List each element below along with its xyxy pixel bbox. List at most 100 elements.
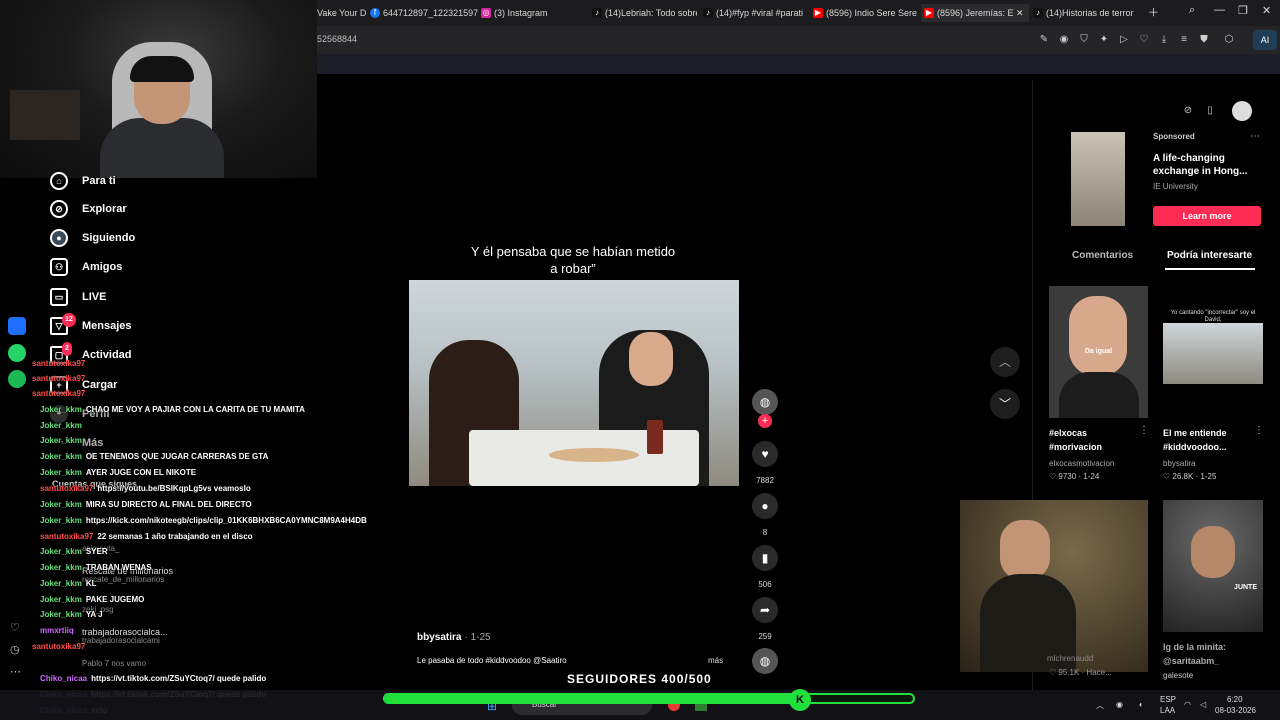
following-account[interactable]: Pablo 7 nos vamo	[82, 659, 146, 668]
nav-item-amigos[interactable]: ⚇ Amigos	[50, 256, 122, 278]
language-indicator[interactable]: ESP	[1160, 695, 1176, 704]
heart-icon[interactable]: ♡	[1137, 33, 1151, 47]
browser-tab[interactable]: ♪ (14)Historias de terror	[1033, 4, 1139, 22]
clock-time[interactable]: 6:20	[1227, 695, 1243, 704]
next-video-button[interactable]: ﹀	[990, 389, 1020, 419]
chat-username[interactable]: santutoxika97	[32, 389, 85, 398]
chat-username[interactable]: Joker_kkm	[40, 421, 82, 430]
tray-chevron-icon[interactable]: ︿	[1096, 700, 1104, 711]
following-account[interactable]: trabajadorasocialca...	[82, 627, 168, 637]
chat-username[interactable]: Joker_kkm	[40, 579, 82, 588]
suggested-title[interactable]: Ig de la minita: @saritaabm_	[1163, 640, 1259, 668]
suggested-author[interactable]: elxocasmotivacion	[1049, 459, 1114, 468]
following-account[interactable]: trabajadorasocialcami	[82, 636, 160, 645]
menu-icon[interactable]: ≡	[1177, 33, 1191, 47]
extension-icon[interactable]: ✦	[1097, 33, 1111, 47]
suggested-video[interactable]: JUNTE	[1163, 500, 1263, 632]
follow-plus-icon[interactable]: +	[758, 414, 772, 428]
messenger-icon[interactable]	[8, 317, 26, 335]
chat-username[interactable]: Joker_kkm	[40, 547, 82, 556]
previous-video-button[interactable]: ︿	[990, 347, 1020, 377]
download-icon[interactable]: ⤓	[1157, 33, 1171, 47]
url-field[interactable]: 52568844	[317, 34, 357, 44]
chat-username[interactable]: Chiko_nicaa	[40, 674, 87, 683]
chat-username[interactable]: mmxrtiiq	[40, 626, 74, 635]
close-window-icon[interactable]: ✕	[1262, 4, 1271, 17]
cube-icon[interactable]: ⬡	[1222, 33, 1236, 47]
whatsapp-icon[interactable]	[8, 344, 26, 362]
creator-avatar[interactable]: ◍	[752, 389, 778, 415]
chat-username[interactable]: Joker_kkm	[40, 452, 82, 461]
suggested-author[interactable]: galesote	[1163, 671, 1193, 680]
suggested-video[interactable]: Da igual	[1049, 286, 1148, 418]
browser-tab[interactable]: Vake Your D	[317, 4, 367, 22]
browser-tab[interactable]: ♪ (14)#fyp #viral #parati | T	[703, 4, 806, 22]
browser-tab[interactable]: f 644712897_12232159795	[370, 4, 478, 22]
chat-username[interactable]: Joker_kkm	[40, 500, 82, 509]
browser-tab[interactable]: ▶ (8596) Indio Sere Sere 2 (	[813, 4, 917, 22]
chat-username[interactable]: Joker_kkm	[40, 563, 82, 572]
ai-button[interactable]: AI	[1253, 30, 1277, 50]
suggested-author[interactable]: bbysatira	[1163, 459, 1195, 468]
chat-username[interactable]: santutoxika97	[40, 532, 93, 541]
user-avatar[interactable]	[1232, 101, 1252, 121]
video-author[interactable]: bbysatira · 1-25	[417, 632, 491, 643]
suggested-title[interactable]: El me entiende #kiddvoodoo...	[1163, 426, 1251, 454]
tab-podria-interesarte[interactable]: Podría interesarte	[1167, 250, 1252, 261]
comment-button[interactable]: ●	[752, 493, 778, 519]
chat-username[interactable]: Joker_kkm	[40, 405, 82, 414]
learn-more-button[interactable]: Learn more	[1153, 206, 1261, 226]
camera-icon[interactable]: ◉	[1057, 33, 1071, 47]
chat-username[interactable]: santutoxika97	[40, 484, 93, 493]
maximize-icon[interactable]: ❐	[1238, 4, 1248, 17]
shield-icon[interactable]: ⛉	[1077, 33, 1091, 47]
music-disc[interactable]: ◍	[752, 648, 778, 674]
nav-item-explorar[interactable]: ⊘ Explorar	[50, 198, 127, 220]
keyboard-layout[interactable]: LAA	[1160, 706, 1175, 715]
save-button[interactable]: ▮	[752, 545, 778, 571]
suggested-author[interactable]: mlchrenaudd	[1047, 654, 1093, 663]
suggested-title[interactable]: #elxocas #morivacion	[1049, 426, 1139, 454]
play-icon[interactable]: ▷	[1117, 33, 1131, 47]
more-options-icon[interactable]: ⋮	[1254, 425, 1264, 436]
more-options-icon[interactable]: ⋯	[1250, 131, 1260, 142]
edit-icon[interactable]: ✎	[1037, 33, 1051, 47]
tray-app-icon[interactable]: ◉	[1116, 700, 1123, 709]
chat-username[interactable]: santutoxika97	[32, 374, 85, 383]
close-icon[interactable]: ✕	[1016, 8, 1024, 19]
ad-image[interactable]	[1071, 132, 1125, 226]
more-options-icon[interactable]: ⋮	[1139, 425, 1149, 436]
suggested-video-large[interactable]	[960, 500, 1148, 672]
suggested-video[interactable]: Yo cantando "incorrectar" soy el David,	[1163, 286, 1263, 384]
browser-tab[interactable]: ♪ (14)Lebriah: Todo sobre K	[592, 4, 697, 22]
new-tab-icon[interactable]: ＋	[1148, 4, 1159, 20]
more-link[interactable]: más	[708, 656, 723, 665]
chat-username[interactable]: Joker_kkm	[40, 516, 82, 525]
nav-item-siguiendo[interactable]: ● Siguiendo	[50, 227, 135, 249]
volume-icon[interactable]: ◁	[1200, 700, 1206, 709]
chat-username[interactable]: Joker_kkm	[40, 468, 82, 477]
ad-title[interactable]: A life-changing exchange in Hong...	[1153, 152, 1253, 178]
more-icon[interactable]: ⋯	[10, 665, 21, 678]
browser-tab-active[interactable]: ▶ (8596) Jeremías: Entre ✕	[921, 4, 1029, 22]
minimize-icon[interactable]: —	[1214, 4, 1225, 16]
chat-username[interactable]: Joker_kkm	[40, 610, 82, 619]
video-player[interactable]	[409, 280, 739, 486]
gif-icon[interactable]: ⊘	[1178, 101, 1198, 121]
chat-username[interactable]: Joker_kkm	[40, 436, 82, 445]
like-button[interactable]: ♥	[752, 441, 778, 467]
microphone-icon[interactable]: ◖	[1138, 700, 1143, 709]
history-icon[interactable]: ◷	[10, 643, 20, 656]
nav-item-live[interactable]: ▭ LIVE	[50, 286, 106, 308]
chat-username[interactable]: Joker_kkm	[40, 595, 82, 604]
nav-item-para-ti[interactable]: ⌂ Para ti	[50, 170, 116, 192]
device-icon[interactable]: ▯	[1200, 101, 1220, 121]
nav-item-mensajes[interactable]: ▽ 12 Mensajes	[50, 313, 132, 337]
share-button[interactable]: ➦	[752, 597, 778, 623]
heart-icon[interactable]: ♡	[10, 621, 20, 634]
wifi-icon[interactable]: ◠	[1184, 700, 1191, 709]
tab-comentarios[interactable]: Comentarios	[1072, 250, 1133, 261]
browser-tab[interactable]: ◎ (3) Instagram	[481, 4, 585, 22]
chat-username[interactable]: santutoxika97	[32, 642, 85, 651]
clock-date[interactable]: 08-03-2026	[1215, 706, 1256, 715]
